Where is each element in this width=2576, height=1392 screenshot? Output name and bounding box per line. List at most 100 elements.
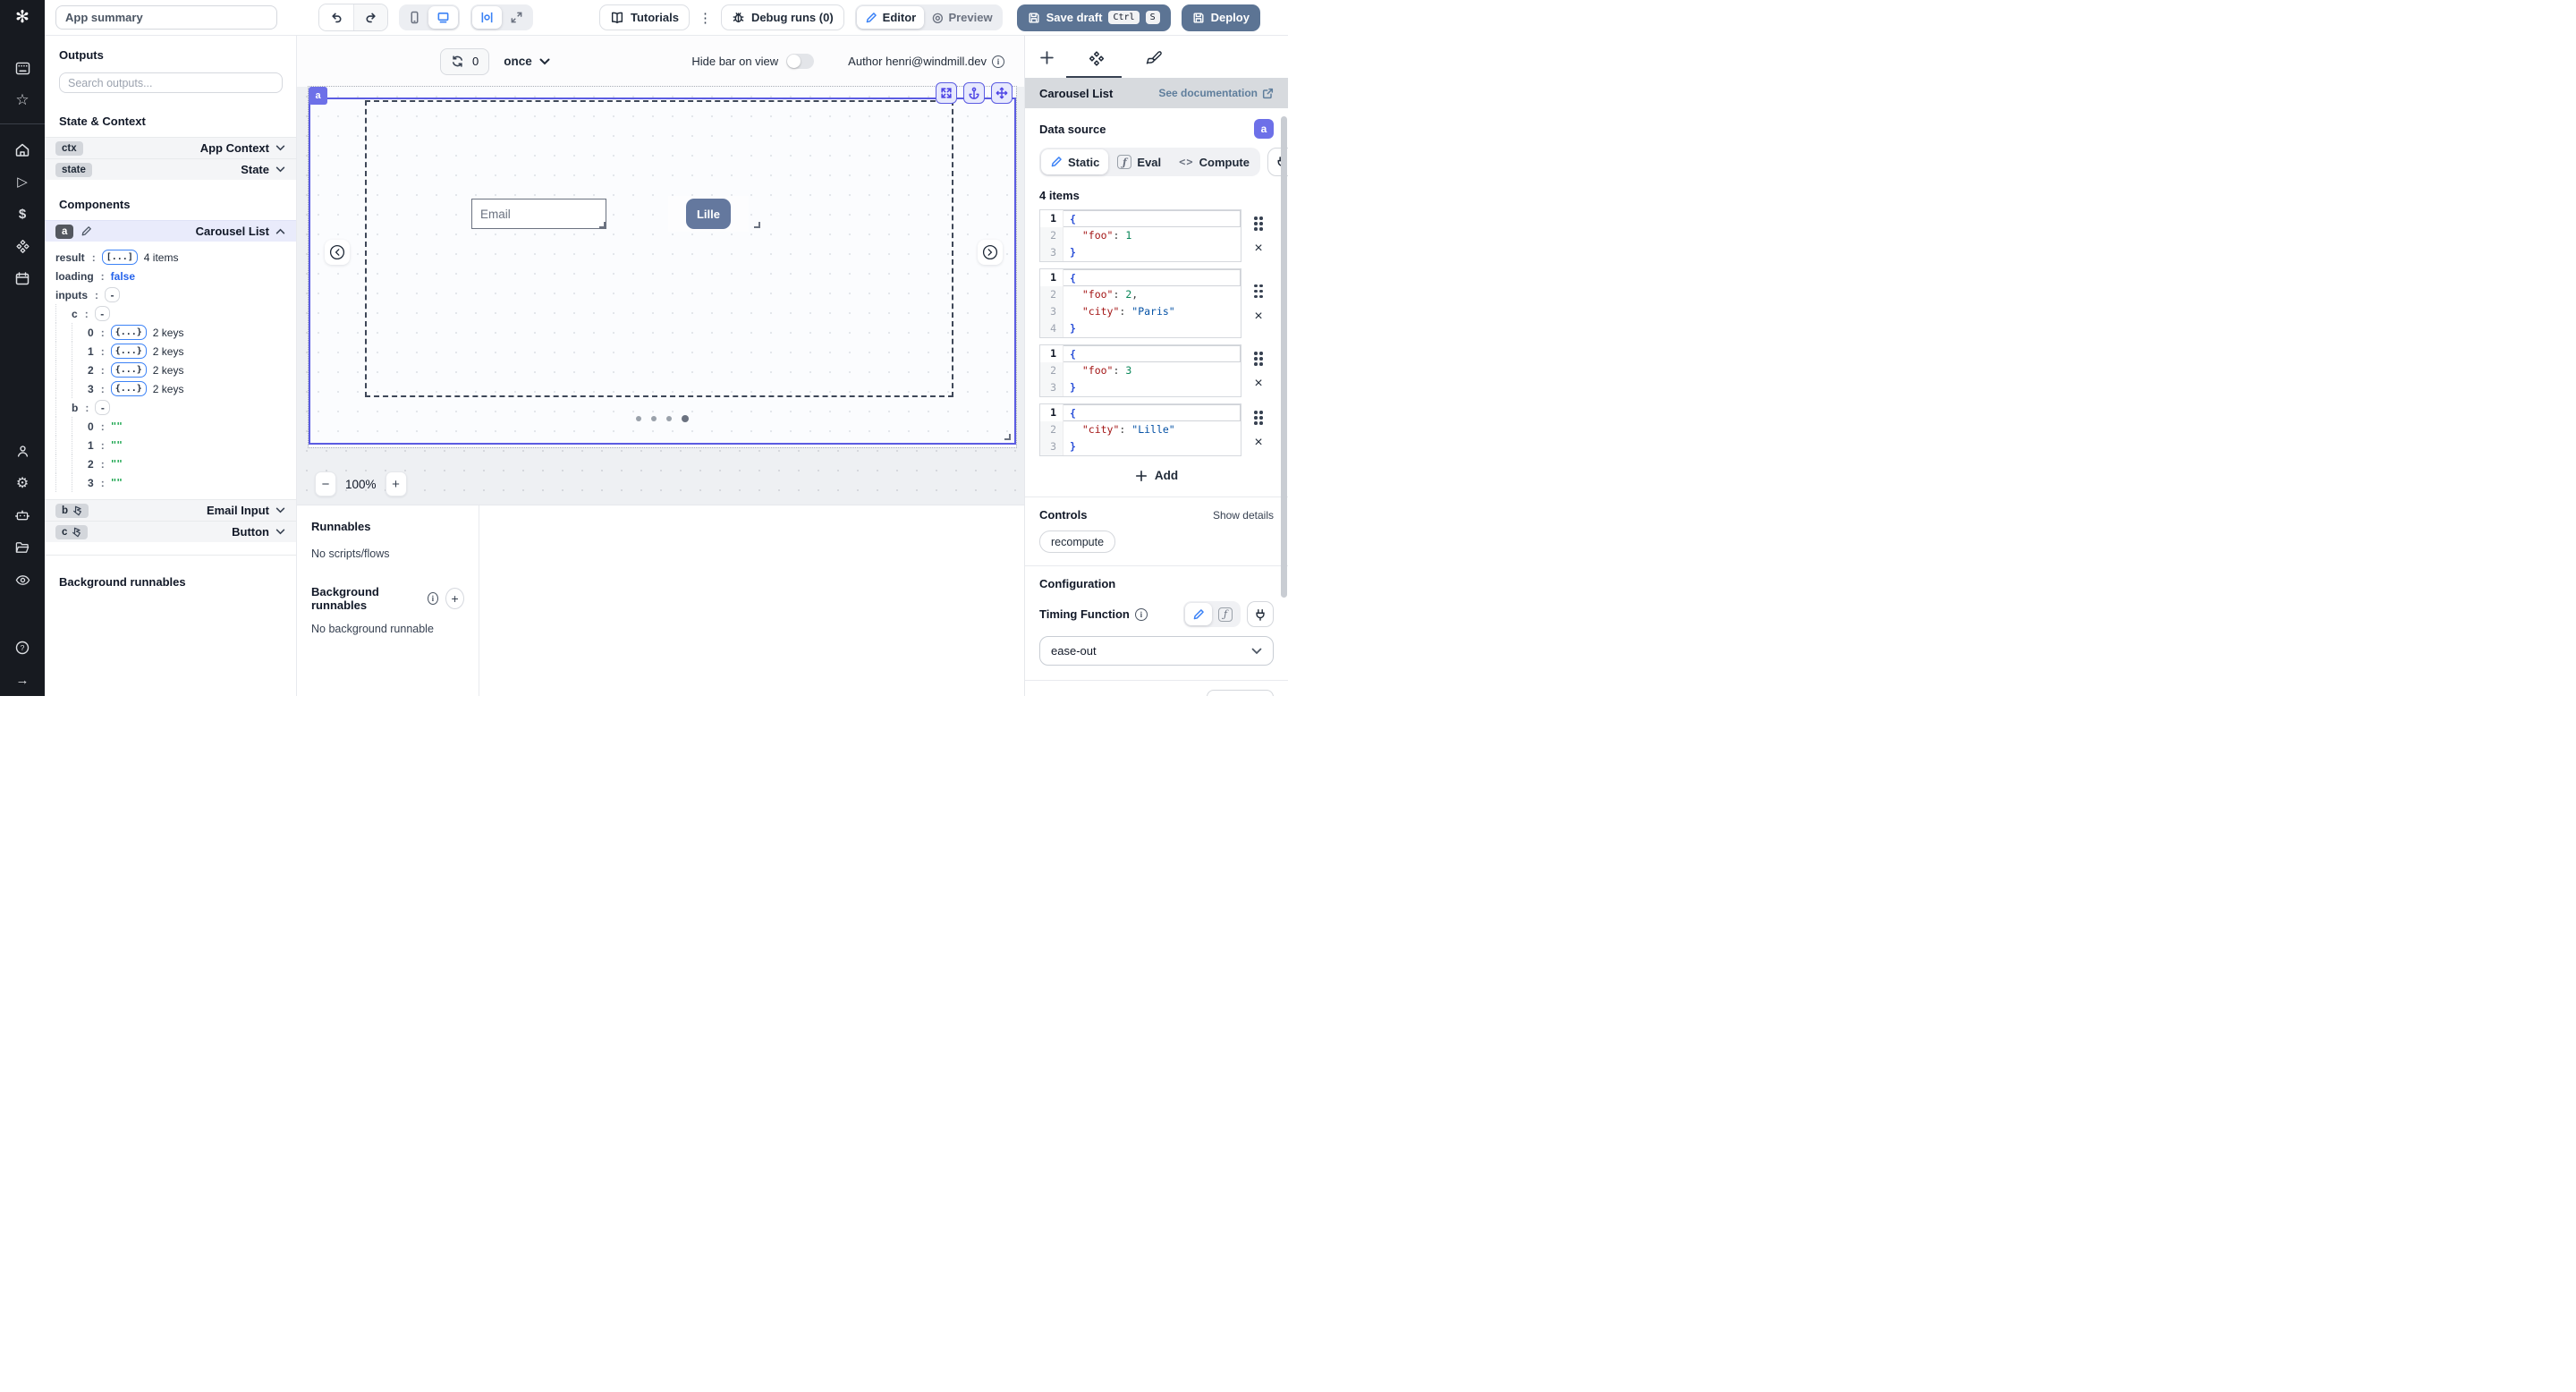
info-icon[interactable]: i [428, 592, 438, 605]
carousel-inner-container[interactable] [365, 100, 953, 397]
carousel-dot-3[interactable] [666, 416, 672, 421]
mobile-view-button[interactable] [401, 6, 428, 29]
lille-button-component[interactable]: Lille [686, 199, 731, 229]
styling-show-button[interactable]: Show [1207, 690, 1274, 696]
redo-button[interactable] [353, 4, 387, 30]
tree-expand-badge[interactable]: [...] [102, 250, 138, 265]
add-background-runnable-button[interactable]: + [445, 588, 464, 609]
selected-component-chip[interactable]: a [309, 87, 327, 105]
styling-brush-tab[interactable] [1125, 47, 1182, 78]
drag-handle-icon[interactable] [1254, 352, 1263, 366]
component-settings-tab[interactable] [1068, 47, 1125, 79]
see-documentation-link[interactable]: See documentation [1158, 87, 1274, 99]
deploy-button[interactable]: Deploy [1182, 4, 1260, 31]
tree-expand-badge[interactable]: {...} [111, 362, 147, 378]
json-editor[interactable]: 1{2 "foo": 13} [1039, 209, 1241, 262]
connect-plug-button[interactable] [1247, 601, 1274, 627]
sidebar-item-runs-icon[interactable]: ▷ [0, 166, 45, 198]
tutorials-button[interactable]: Tutorials [599, 4, 690, 30]
drag-handle-icon[interactable] [1254, 284, 1263, 299]
button-component-wrapper[interactable]: Lille [668, 196, 749, 232]
sidebar-item-apps-icon[interactable] [0, 52, 45, 84]
zoom-in-button[interactable]: + [386, 471, 407, 497]
carousel-dot-4[interactable] [682, 415, 689, 422]
tree-row-c[interactable]: c:- [55, 304, 296, 323]
tree-row-2[interactable]: 2:"" [55, 454, 296, 473]
tree-row-3[interactable]: 3:{...}2 keys [55, 379, 296, 398]
app-canvas[interactable]: a Lille [297, 87, 1024, 505]
carousel-dot-2[interactable] [651, 416, 657, 421]
tree-row-1[interactable]: 1:{...}2 keys [55, 342, 296, 361]
eval-mode-button[interactable]: ƒ Eval [1108, 149, 1170, 174]
tree-row-loading[interactable]: loading:false [55, 267, 296, 285]
tree-expand-badge[interactable]: - [95, 400, 110, 415]
undo-button[interactable] [319, 4, 353, 30]
tree-row-0[interactable]: 0:{...}2 keys [55, 323, 296, 342]
email-input-component[interactable] [471, 199, 606, 229]
tree-row-1[interactable]: 1:"" [55, 436, 296, 454]
delete-item-button[interactable]: × [1254, 378, 1262, 390]
tree-row-3[interactable]: 3:"" [55, 473, 296, 492]
desktop-view-button[interactable] [428, 6, 458, 29]
move-component-button[interactable] [991, 82, 1013, 104]
sidebar-item-resources-icon[interactable] [0, 230, 45, 262]
compute-mode-button[interactable]: <> Compute [1170, 149, 1258, 174]
tree-expand-badge[interactable]: {...} [111, 381, 147, 396]
component-b-row[interactable]: b Email Input [45, 499, 296, 521]
tree-row-inputs[interactable]: inputs:- [55, 285, 296, 304]
anchor-component-button[interactable] [963, 82, 985, 104]
zoom-out-button[interactable]: − [315, 471, 336, 497]
tree-row-0[interactable]: 0:"" [55, 417, 296, 436]
sidebar-item-users-icon[interactable] [0, 435, 45, 467]
scrollbar-thumb[interactable] [1281, 116, 1287, 598]
carousel-next-button[interactable] [978, 240, 1003, 265]
sidebar-item-schedules-icon[interactable] [0, 262, 45, 294]
info-icon[interactable]: i [1135, 608, 1148, 621]
tree-expand-badge[interactable]: - [95, 306, 110, 321]
sidebar-item-expand-arrow-icon[interactable]: → [0, 664, 45, 696]
schedule-dropdown[interactable]: once [504, 55, 550, 68]
json-editor[interactable]: 1{2 "foo": 2,3 "city": "Paris"4} [1039, 268, 1241, 338]
delete-item-button[interactable]: × [1254, 242, 1262, 255]
drag-handle-icon[interactable] [1254, 411, 1263, 425]
component-c-row[interactable]: c Button [45, 521, 296, 542]
hide-bar-toggle[interactable] [786, 54, 814, 69]
expand-component-button[interactable] [936, 82, 957, 104]
save-draft-button[interactable]: Save draft CtrlS [1017, 4, 1171, 31]
delete-item-button[interactable]: × [1254, 310, 1262, 323]
timing-function-select[interactable]: ease-out [1039, 636, 1274, 666]
preview-tab[interactable]: ◎ Preview [924, 6, 1000, 29]
sidebar-item-favorites-star-icon[interactable]: ☆ [0, 84, 45, 116]
centered-layout-button[interactable] [472, 6, 502, 29]
json-editor[interactable]: 1{2 "city": "Lille"3} [1039, 403, 1241, 456]
delete-item-button[interactable]: × [1254, 437, 1262, 449]
drag-handle-icon[interactable] [1254, 216, 1263, 231]
component-a-row[interactable]: a Carousel List [45, 220, 296, 242]
tree-row-result[interactable]: result:[...]4 items [55, 248, 296, 267]
tree-expand-badge[interactable]: {...} [111, 325, 147, 340]
windmill-logo[interactable]: ✻ [0, 0, 45, 36]
tree-expand-badge[interactable]: {...} [111, 344, 147, 359]
json-editor[interactable]: 1{2 "foo": 33} [1039, 344, 1241, 397]
tree-row-b[interactable]: b:- [55, 398, 296, 417]
sidebar-item-home-icon[interactable] [0, 133, 45, 166]
search-outputs-input[interactable] [59, 72, 283, 93]
ctx-row[interactable]: ctx App Context [45, 137, 296, 158]
recompute-button[interactable]: recompute [1039, 530, 1115, 553]
rename-pencil-icon[interactable] [80, 225, 92, 237]
sidebar-item-help-icon[interactable]: ? [0, 632, 45, 664]
resize-handle[interactable] [754, 222, 760, 228]
debug-runs-button[interactable]: Debug runs (0) [721, 4, 844, 30]
sidebar-item-variables-dollar-icon[interactable]: $ [0, 198, 45, 230]
insert-component-tab[interactable] [1025, 47, 1068, 76]
editor-tab[interactable]: Editor [857, 6, 925, 29]
timing-eval-button[interactable]: ƒ [1212, 603, 1239, 625]
more-menu-button[interactable]: ⋮ [699, 10, 712, 26]
resize-handle[interactable] [1004, 434, 1011, 440]
sidebar-item-settings-gear-icon[interactable]: ⚙ [0, 467, 45, 499]
app-summary-input[interactable] [55, 5, 277, 30]
resize-handle[interactable] [599, 222, 606, 228]
sidebar-item-workers-icon[interactable] [0, 499, 45, 531]
sidebar-item-audit-eye-icon[interactable] [0, 564, 45, 596]
tree-expand-badge[interactable]: - [105, 287, 120, 302]
